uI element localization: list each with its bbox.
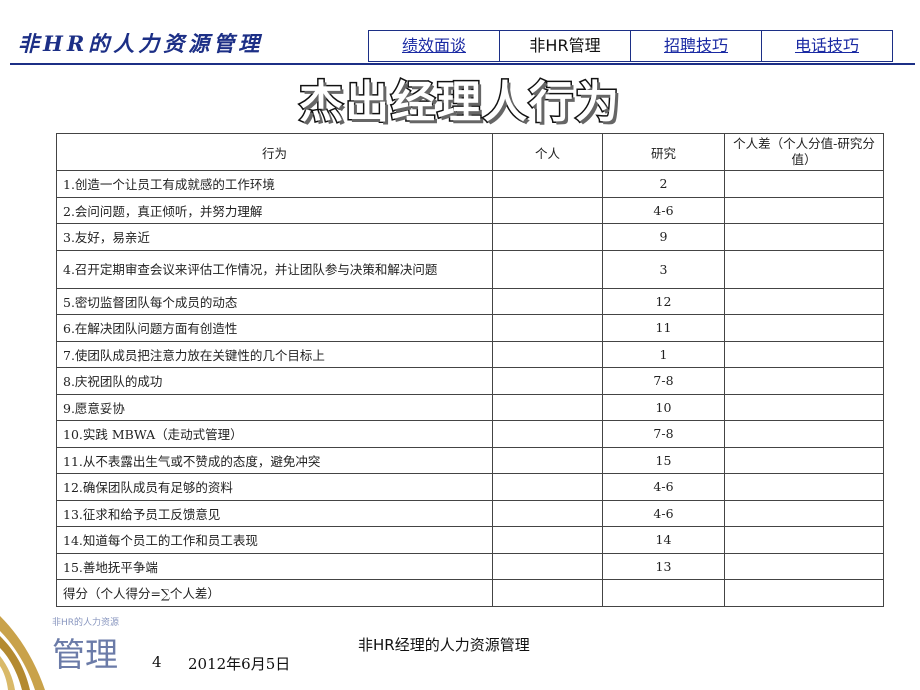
table-row: 7.使团队成员把注意力放在关键性的几个目标上 1 — [56, 340, 884, 368]
table-row: 10.实践 MBWA（走动式管理） 7-8 — [56, 420, 884, 448]
tab-recruiting-skills[interactable]: 招聘技巧 — [631, 31, 762, 61]
table-row: 14.知道每个员工的工作和员工表现 14 — [56, 526, 884, 554]
difference-cell[interactable] — [724, 340, 884, 368]
table-row: 11.从不表露出生气或不赞成的态度，避免冲突 15 — [56, 446, 884, 474]
difference-cell[interactable] — [724, 249, 884, 289]
research-score-cell: 1 — [602, 340, 725, 368]
total-individual-cell[interactable] — [492, 579, 603, 607]
table-row: 6.在解决团队问题方面有创造性 11 — [56, 314, 884, 342]
difference-cell[interactable] — [724, 170, 884, 198]
behavior-cell: 8.庆祝团队的成功 — [56, 367, 493, 395]
individual-score-cell[interactable] — [492, 223, 603, 251]
individual-score-cell[interactable] — [492, 314, 603, 342]
individual-score-cell[interactable] — [492, 287, 603, 315]
individual-score-cell[interactable] — [492, 367, 603, 395]
table-row: 12.确保团队成员有足够的资料 4-6 — [56, 473, 884, 501]
difference-cell[interactable] — [724, 223, 884, 251]
behavior-cell: 13.征求和给予员工反馈意见 — [56, 499, 493, 527]
behavior-cell: 11.从不表露出生气或不赞成的态度，避免冲突 — [56, 446, 493, 474]
difference-cell[interactable] — [724, 314, 884, 342]
individual-score-cell[interactable] — [492, 393, 603, 421]
individual-score-cell[interactable] — [492, 526, 603, 554]
difference-cell[interactable] — [724, 446, 884, 474]
tab-bar: 绩效面谈 非HR管理 招聘技巧 电话技巧 — [368, 30, 893, 62]
individual-score-cell[interactable] — [492, 446, 603, 474]
difference-cell[interactable] — [724, 499, 884, 527]
table-row: 13.征求和给予员工反馈意见 4-6 — [56, 499, 884, 527]
research-score-cell: 4-6 — [602, 196, 725, 224]
table-row: 8.庆祝团队的成功 7-8 — [56, 367, 884, 395]
tab-performance-interview[interactable]: 绩效面谈 — [369, 31, 500, 61]
research-score-cell: 13 — [602, 552, 725, 580]
difference-cell[interactable] — [724, 196, 884, 224]
difference-cell[interactable] — [724, 393, 884, 421]
individual-score-cell[interactable] — [492, 420, 603, 448]
total-research-cell — [602, 579, 725, 607]
table-row: 3.友好，易亲近 9 — [56, 223, 884, 251]
difference-cell[interactable] — [724, 287, 884, 315]
behavior-cell: 6.在解决团队问题方面有创造性 — [56, 314, 493, 342]
individual-score-cell[interactable] — [492, 340, 603, 368]
behavior-cell: 9.愿意妥协 — [56, 393, 493, 421]
research-score-cell: 14 — [602, 526, 725, 554]
tab-phone-skills[interactable]: 电话技巧 — [762, 31, 892, 61]
difference-cell[interactable] — [724, 473, 884, 501]
table-row: 9.愿意妥协 10 — [56, 393, 884, 421]
individual-score-cell[interactable] — [492, 249, 603, 289]
total-row: 得分（个人得分=∑个人差） — [56, 579, 884, 607]
table-row: 15.善地抚平争端 13 — [56, 552, 884, 580]
tab-non-hr-management[interactable]: 非HR管理 — [500, 31, 631, 61]
behavior-cell: 7.使团队成员把注意力放在关键性的几个目标上 — [56, 340, 493, 368]
header-behavior: 行为 — [56, 133, 493, 171]
header-divider — [10, 63, 915, 65]
total-difference-cell[interactable] — [724, 579, 884, 607]
behavior-cell: 14.知道每个员工的工作和员工表现 — [56, 526, 493, 554]
individual-score-cell[interactable] — [492, 196, 603, 224]
research-score-cell: 7-8 — [602, 420, 725, 448]
difference-cell[interactable] — [724, 420, 884, 448]
behavior-cell: 1.创造一个让员工有成就感的工作环境 — [56, 170, 493, 198]
research-score-cell: 4-6 — [602, 473, 725, 501]
difference-cell[interactable] — [724, 367, 884, 395]
individual-score-cell[interactable] — [492, 552, 603, 580]
brand-title: 非HR的人力资源管理 — [18, 31, 264, 56]
table-row: 2.会问问题，真正倾听，并努力理解 4-6 — [56, 196, 884, 224]
individual-score-cell[interactable] — [492, 499, 603, 527]
table-row: 1.创造一个让员工有成就感的工作环境 2 — [56, 170, 884, 198]
research-score-cell: 9 — [602, 223, 725, 251]
footer-date: 2012年6月5日 — [188, 655, 291, 673]
behavior-cell: 15.善地抚平争端 — [56, 552, 493, 580]
research-score-cell: 11 — [602, 314, 725, 342]
individual-score-cell[interactable] — [492, 170, 603, 198]
header-research: 研究 — [602, 133, 725, 171]
difference-cell[interactable] — [724, 552, 884, 580]
total-label: 得分（个人得分=∑个人差） — [56, 579, 493, 607]
behavior-cell: 3.友好，易亲近 — [56, 223, 493, 251]
behavior-table: 行为 个人 研究 个人差（个人分值-研究分值） 1.创造一个让员工有成就感的工作… — [56, 133, 884, 607]
research-score-cell: 15 — [602, 446, 725, 474]
table-header-row: 行为 个人 研究 个人差（个人分值-研究分值） — [56, 133, 884, 171]
research-score-cell: 10 — [602, 393, 725, 421]
footer-center-text: 非HR经理的人力资源管理 — [358, 636, 530, 654]
research-score-cell: 12 — [602, 287, 725, 315]
header-individual: 个人 — [492, 133, 603, 171]
behavior-cell: 5.密切监督团队每个成员的动态 — [56, 287, 493, 315]
page-number: 4 — [152, 653, 162, 671]
behavior-cell: 2.会问问题，真正倾听，并努力理解 — [56, 196, 493, 224]
research-score-cell: 7-8 — [602, 367, 725, 395]
footer-logo-caption: 非HR的人力资源 — [52, 618, 120, 628]
header-difference: 个人差（个人分值-研究分值） — [724, 133, 884, 171]
research-score-cell: 2 — [602, 170, 725, 198]
difference-cell[interactable] — [724, 526, 884, 554]
table-row: 4.召开定期审查会议来评估工作情况，并让团队参与决策和解决问题 3 — [56, 249, 884, 289]
research-score-cell: 3 — [602, 249, 725, 289]
footer-logo-text: 管理 — [52, 635, 118, 674]
behavior-cell: 10.实践 MBWA（走动式管理） — [56, 420, 493, 448]
research-score-cell: 4-6 — [602, 499, 725, 527]
behavior-cell: 12.确保团队成员有足够的资料 — [56, 473, 493, 501]
individual-score-cell[interactable] — [492, 473, 603, 501]
page-title: 杰出经理人行为 — [298, 76, 621, 130]
table-row: 5.密切监督团队每个成员的动态 12 — [56, 287, 884, 315]
behavior-cell: 4.召开定期审查会议来评估工作情况，并让团队参与决策和解决问题 — [56, 249, 493, 289]
